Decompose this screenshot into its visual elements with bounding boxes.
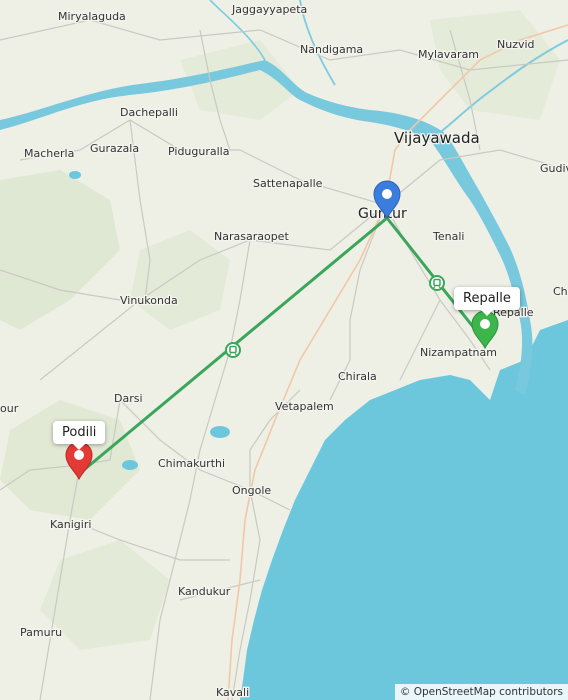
map-canvas[interactable]: Miryalaguda Jaggayyapeta Nandigama Nuzvi… <box>0 0 568 700</box>
place-label-vetapalem: Vetapalem <box>275 400 334 413</box>
place-label-darsi: Darsi <box>114 392 143 405</box>
marker-label-repalle: Repalle <box>454 287 520 316</box>
lake <box>69 171 81 179</box>
place-label-macherla: Macherla <box>24 147 74 160</box>
place-label-chirala: Chirala <box>338 370 377 383</box>
place-label-kanigiri: Kanigiri <box>50 518 91 531</box>
place-label-narasaraopet: Narasaraopet <box>214 230 289 243</box>
place-label-gurazala: Gurazala <box>90 142 139 155</box>
place-label-dachepalli: Dachepalli <box>120 106 178 119</box>
place-label-vinukonda: Vinukonda <box>120 294 178 307</box>
train-icon <box>225 342 241 358</box>
place-label-ongole: Ongole <box>232 484 271 497</box>
lake <box>122 460 138 470</box>
map-attribution[interactable]: © OpenStreetMap contributors <box>394 684 568 700</box>
place-label-piduguralla: Piduguralla <box>168 145 229 158</box>
place-label-pamuru: Pamuru <box>20 626 62 639</box>
map-base-layer: Miryalaguda Jaggayyapeta Nandigama Nuzvi… <box>0 0 568 700</box>
place-label-sattenapalle: Sattenapalle <box>253 177 323 190</box>
place-label-cha: Cha <box>553 285 568 298</box>
marker-label-podili: Podili <box>53 421 106 450</box>
place-label-mylavaram: Mylavaram <box>418 48 479 61</box>
place-label-nandigama: Nandigama <box>300 43 363 56</box>
place-label-kavali: Kavali <box>216 686 249 699</box>
place-label-jaggayyapeta: Jaggayyapeta <box>231 3 307 16</box>
place-label-vijayawada: Vijayawada <box>394 129 480 147</box>
place-label-tenali: Tenali <box>432 230 464 243</box>
place-label-gudiv: Gudiv <box>540 162 568 175</box>
train-icon <box>429 275 445 291</box>
place-label-miryalaguda: Miryalaguda <box>58 10 126 23</box>
place-label-our: our <box>0 402 19 415</box>
place-label-kandukur: Kandukur <box>178 585 231 598</box>
lake <box>210 426 230 438</box>
place-label-nuzvid: Nuzvid <box>497 38 535 51</box>
place-label-chimakurthi: Chimakurthi <box>158 457 225 470</box>
